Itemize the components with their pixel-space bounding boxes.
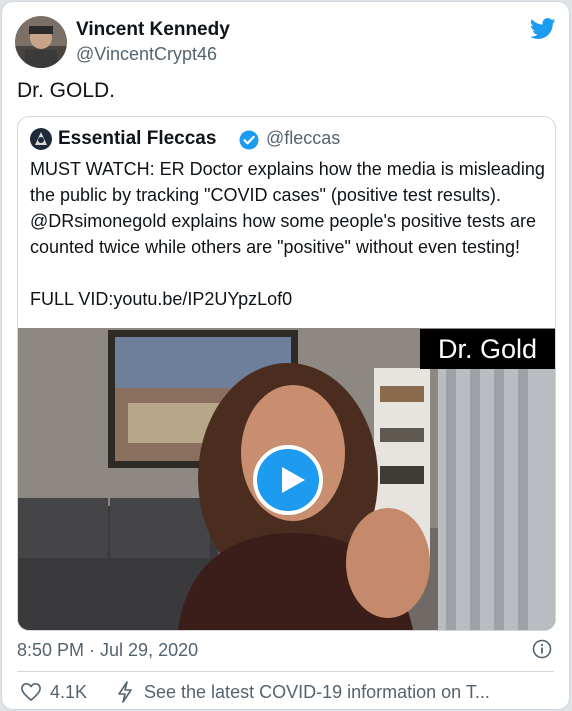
quoted-tweet[interactable]: Essential Fleccas @fleccas MUST WATCH: E… <box>17 116 556 631</box>
tweet-text: Dr. GOLD. <box>17 79 116 102</box>
play-icon <box>282 467 305 493</box>
quoted-author-handle[interactable]: @fleccas <box>266 128 340 149</box>
tweet-card: Vincent Kennedy @VincentCrypt46 Dr. GOLD… <box>1 1 570 710</box>
heart-icon[interactable] <box>20 682 42 702</box>
play-button[interactable] <box>253 445 323 515</box>
covid-info-link[interactable]: See the latest COVID-19 information on T… <box>144 682 490 703</box>
author-avatar[interactable] <box>15 16 67 68</box>
quoted-author-avatar[interactable] <box>30 128 52 150</box>
twitter-bird-icon[interactable] <box>530 18 556 40</box>
like-count[interactable]: 4.1K <box>50 682 87 703</box>
divider <box>17 671 554 672</box>
video-thumbnail[interactable]: Dr. Gold <box>18 328 555 630</box>
lightning-bolt-icon <box>118 681 132 703</box>
video-caption: Dr. Gold <box>420 329 555 369</box>
quoted-tweet-body: MUST WATCH: ER Doctor explains how the m… <box>30 159 545 309</box>
quoted-author-name[interactable]: Essential Fleccas <box>58 128 216 150</box>
info-icon[interactable] <box>532 639 552 659</box>
tweet-timestamp[interactable]: 8:50 PM · Jul 29, 2020 <box>17 640 198 661</box>
author-handle[interactable]: @VincentCrypt46 <box>76 44 217 65</box>
verified-badge-icon <box>239 130 259 150</box>
author-name[interactable]: Vincent Kennedy <box>76 19 230 41</box>
